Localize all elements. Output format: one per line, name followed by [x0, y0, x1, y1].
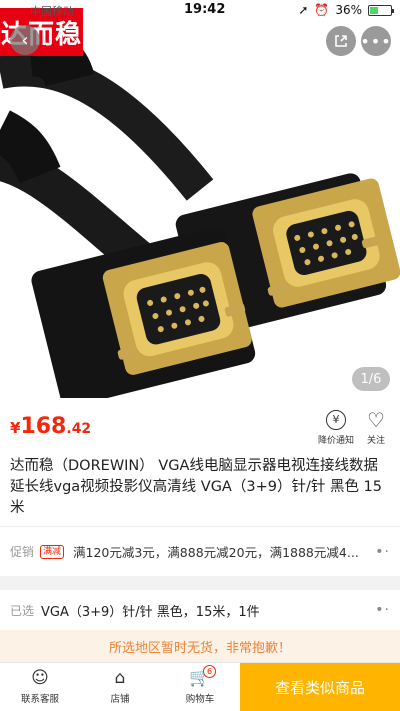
more-button[interactable]: ••• — [360, 26, 392, 56]
product-info: ¥168.42 ¥ 降价通知 ♡ 关注 达而稳（DOREWIN） VGA线电脑显… — [0, 398, 400, 526]
price-decimal: .42 — [66, 421, 92, 437]
status-bar: 中国移动 19:42 ➚ ⏰ 36% — [0, 0, 400, 20]
promotion-text: 满120元减3元，满888元减20元，满1888元减4... — [73, 545, 359, 560]
image-counter: 1/6 — [352, 367, 390, 391]
store-icon: ⌂ — [114, 668, 126, 688]
share-icon — [335, 35, 347, 47]
status-time: 19:42 — [184, 2, 226, 17]
out-of-stock-notice: 所选地区暂时无货，非常抱歉！ — [0, 630, 400, 662]
store-button[interactable]: ⌂ 店铺 — [83, 663, 157, 711]
promotion-row[interactable]: 促销 满减 满120元减3元，满888元减20元，满1888元减4... •· — [0, 526, 400, 576]
selected-label: 已选 — [10, 603, 35, 618]
store-label: 店铺 — [110, 694, 130, 705]
chevron-left-icon: ‹ — [21, 29, 29, 51]
price-integer: 168 — [20, 414, 67, 439]
heart-icon: ♡ — [367, 408, 385, 432]
status-right: ➚ ⏰ 36% — [298, 3, 394, 17]
selected-value: VGA（3+9）针/针 黑色，15米，1件 — [41, 604, 260, 620]
more-dots-icon: •· — [375, 602, 390, 618]
price-notice-label: 降价通知 — [317, 436, 354, 446]
cart-button[interactable]: 🛒 6 购物车 — [163, 663, 237, 711]
share-button[interactable] — [326, 26, 356, 56]
battery-fill — [370, 6, 378, 14]
battery-icon — [368, 4, 394, 16]
carrier-label: 中国移动 — [30, 5, 74, 18]
price-notice-icon: ¥ — [326, 410, 346, 430]
product-title: 达而稳（DOREWIN） VGA线电脑显示器电视连接线数据延长线vga视频投影仪… — [10, 458, 383, 516]
product-price: ¥168.42 — [10, 414, 91, 439]
follow-button[interactable]: ♡ 关注 — [354, 410, 398, 446]
promotion-label: 促销 — [10, 545, 35, 559]
promotion-tag: 满减 — [40, 545, 65, 559]
alarm-icon: ⏰ — [314, 3, 330, 17]
selected-spec-row[interactable]: 已选 VGA（3+9）针/针 黑色，15米，1件 •· — [0, 590, 400, 630]
product-image[interactable]: 1/6 — [0, 0, 400, 398]
product-photo — [0, 0, 400, 398]
follow-label: 关注 — [366, 436, 385, 446]
more-dots-icon: •· — [375, 543, 390, 560]
more-dots-icon: ••• — [360, 31, 392, 51]
view-similar-button[interactable]: 查看类似商品 — [240, 663, 400, 711]
battery-percent: 36% — [335, 3, 362, 17]
price-symbol: ¥ — [10, 419, 21, 437]
cart-badge: 6 — [203, 665, 216, 678]
customer-service-button[interactable]: ☺ 联系客服 — [3, 663, 77, 711]
price-notice-button[interactable]: ¥ 降价通知 — [314, 410, 358, 446]
location-icon: ➚ — [298, 3, 309, 17]
back-button[interactable]: ‹ — [10, 25, 40, 55]
bottom-bar: ☺ 联系客服 ⌂ 店铺 🛒 6 购物车 查看类似商品 — [0, 662, 400, 711]
customer-service-icon: ☺ — [31, 668, 49, 688]
customer-service-label: 联系客服 — [20, 694, 59, 705]
cart-label: 购物车 — [185, 694, 215, 705]
